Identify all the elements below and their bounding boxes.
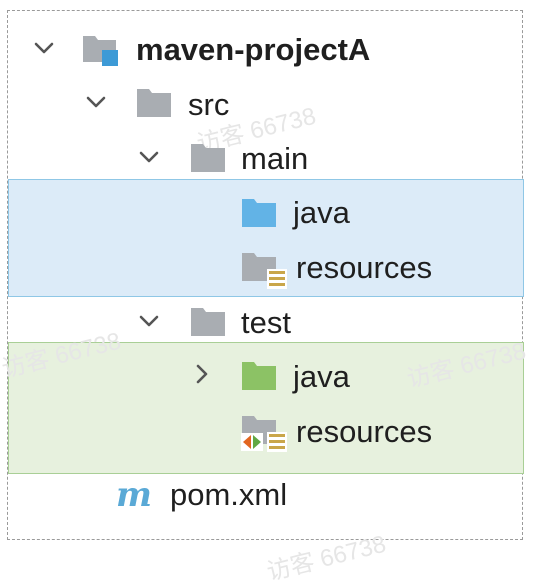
tree-node-label: java (293, 359, 350, 394)
tree-node-label: pom.xml (170, 477, 288, 512)
tree-node-label: test (241, 305, 291, 340)
test-source-root-folder-icon (241, 359, 277, 393)
tree-node-label: main (241, 141, 309, 176)
folder-icon (190, 305, 226, 339)
chevron-down-icon[interactable] (32, 36, 56, 60)
tree-node-label: resources (296, 250, 433, 285)
tree-node-label: src (188, 87, 230, 122)
svg-text:m: m (116, 478, 152, 514)
tree-node-label: java (293, 195, 350, 230)
tree-node-label: maven-projectA (136, 32, 371, 67)
chevron-down-icon[interactable] (137, 145, 161, 169)
resources-root-folder-icon (241, 250, 287, 289)
module-folder-icon (82, 32, 118, 66)
folder-icon (136, 86, 172, 120)
maven-icon: m (114, 478, 162, 514)
tree-node-label: resources (296, 414, 433, 449)
source-root-folder-icon (241, 196, 277, 230)
test-resources-root-folder-icon (241, 413, 287, 452)
folder-icon (190, 141, 226, 175)
chevron-right-icon[interactable] (190, 362, 214, 386)
chevron-down-icon[interactable] (137, 309, 161, 333)
chevron-down-icon[interactable] (84, 90, 108, 114)
